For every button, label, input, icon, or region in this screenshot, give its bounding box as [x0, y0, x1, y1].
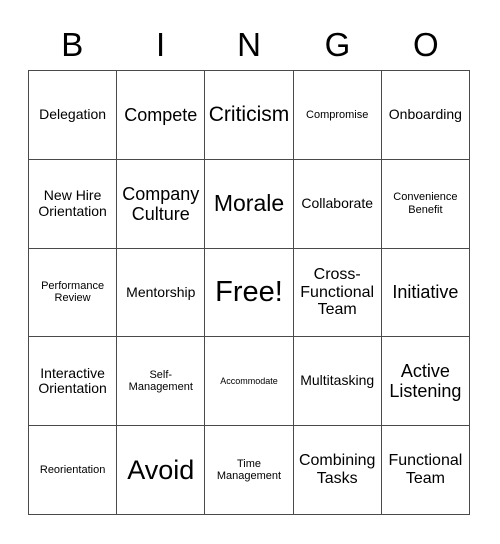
bingo-cell-label: Onboarding	[388, 106, 462, 123]
bingo-cell[interactable]: Accommodate	[205, 337, 294, 427]
bingo-header-letter-i: I	[156, 25, 166, 63]
bingo-cell-label: Reorientation	[39, 463, 106, 476]
bingo-cell-label: Multitasking	[300, 372, 375, 389]
bingo-cell[interactable]: Time Management	[205, 426, 294, 515]
bingo-cell[interactable]: Compete	[117, 71, 206, 160]
bingo-header-row: BINGO	[28, 18, 470, 70]
bingo-header-letter-g: G	[324, 25, 351, 63]
bingo-cell-label: Cross-Functional Team	[300, 265, 375, 319]
bingo-cell[interactable]: Performance Review	[29, 248, 118, 338]
bingo-cell[interactable]: Collaborate	[293, 159, 382, 249]
bingo-cell-label: Active Listening	[389, 361, 462, 402]
bingo-cell[interactable]: Functional Team	[381, 426, 470, 515]
bingo-cell[interactable]: Initiative	[381, 248, 470, 338]
bingo-cell-label: Convenience Benefit	[393, 191, 458, 216]
bingo-cell[interactable]: Reorientation	[29, 426, 118, 515]
bingo-cell[interactable]: Combining Tasks	[293, 426, 382, 515]
bingo-cell-label: Self-Management	[128, 368, 193, 394]
bingo-cell-label: Criticism	[208, 103, 290, 127]
bingo-cell-label: Free!	[215, 276, 283, 309]
bingo-cell-label: Interactive Orientation	[38, 364, 107, 397]
bingo-cell-label: Morale	[213, 189, 285, 216]
bingo-cell-label: Compromise	[306, 108, 369, 121]
bingo-cell[interactable]: Company Culture	[117, 159, 206, 249]
bingo-cell-free[interactable]: Free!	[205, 248, 294, 338]
bingo-cell[interactable]: Convenience Benefit	[381, 159, 470, 249]
bingo-cell-label: Functional Team	[388, 452, 463, 488]
bingo-cell-label: Delegation	[39, 106, 107, 123]
bingo-cell[interactable]: Compromise	[293, 71, 382, 160]
bingo-cell[interactable]: Self-Management	[117, 337, 206, 427]
bingo-cell-label: Performance Review	[41, 280, 105, 305]
bingo-grid: Delegation Compete Criticism Compromise Onbo…	[28, 70, 470, 515]
bingo-cell-label: Accommodate	[220, 376, 278, 387]
bingo-cell[interactable]: Criticism	[205, 71, 294, 160]
bingo-cell-label: Compete	[124, 104, 198, 125]
bingo-cell[interactable]: Delegation	[29, 71, 118, 160]
bingo-cell[interactable]: Onboarding	[381, 71, 470, 160]
bingo-cell-label: Company Culture	[122, 183, 200, 224]
bingo-header-letter-n: N	[237, 25, 261, 63]
bingo-cell[interactable]: Cross-Functional Team	[293, 248, 382, 338]
bingo-cell-label: Combining Tasks	[298, 452, 376, 488]
bingo-cell[interactable]: Multitasking	[293, 337, 382, 427]
bingo-cell-label: Initiative	[392, 282, 459, 303]
bingo-cell[interactable]: Interactive Orientation	[29, 337, 118, 427]
bingo-cell[interactable]: Morale	[205, 159, 294, 249]
bingo-cell-label: Collaborate	[301, 194, 373, 211]
bingo-cell[interactable]: Avoid	[117, 426, 206, 515]
bingo-cell-label: Time Management	[216, 457, 282, 483]
bingo-card: B I N G O Delegation Compete Criticism Compromi…	[0, 0, 500, 544]
bingo-header-letter-b: B	[61, 25, 84, 63]
bingo-cell-label: Mentorship	[126, 283, 196, 300]
bingo-cell-label: New Hire Orientation	[38, 187, 107, 219]
bingo-cell[interactable]: Active Listening	[381, 337, 470, 427]
bingo-header-letter-o: O	[412, 25, 439, 63]
bingo-cell-label: Avoid	[127, 454, 195, 485]
bingo-cell[interactable]: New Hire Orientation	[29, 159, 118, 249]
bingo-cell[interactable]: Mentorship	[117, 248, 206, 338]
